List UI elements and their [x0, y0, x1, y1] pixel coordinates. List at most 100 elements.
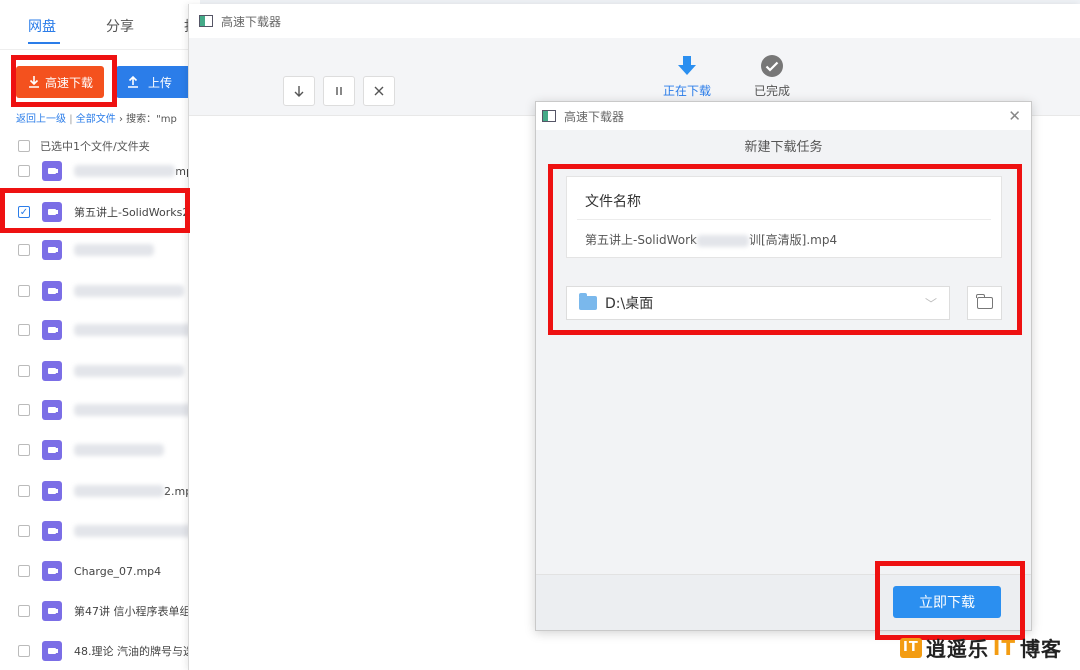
video-file-icon: [42, 481, 62, 501]
file-row[interactable]: [18, 276, 200, 306]
file-checkbox[interactable]: [18, 525, 30, 537]
app-icon: [199, 15, 213, 27]
file-checkbox[interactable]: [18, 404, 30, 416]
breadcrumb-separator: |: [69, 114, 73, 125]
high-speed-download-button[interactable]: 高速下载: [16, 66, 104, 98]
dialog-title: 高速下载器: [564, 109, 625, 124]
tab-netdisk[interactable]: 网盘: [28, 16, 56, 36]
cancel-button[interactable]: [363, 76, 395, 106]
file-name-redacted: [74, 404, 194, 416]
file-row[interactable]: ✓ 第五讲上-SolidWorks2: [18, 197, 200, 227]
save-path-select[interactable]: D:\桌面 ﹀: [566, 286, 950, 320]
dialog-titlebar: 高速下载器 ✕: [536, 102, 1031, 130]
selected-count-text: 已选中1个文件/文件夹: [40, 140, 150, 153]
folder-open-icon: [976, 294, 993, 309]
file-row[interactable]: mp4: [18, 156, 200, 186]
top-nav: 网盘 分享 找: [0, 0, 200, 50]
file-row[interactable]: 第47讲 信小程序表单组: [18, 596, 200, 626]
upload-button[interactable]: 上传: [116, 66, 196, 98]
file-checkbox[interactable]: [18, 444, 30, 456]
browse-folder-button[interactable]: [967, 286, 1002, 320]
close-icon: [374, 86, 384, 96]
video-file-icon: [42, 281, 62, 301]
netdisk-panel: 网盘 分享 找 高速下载 上传 返回上一级 | 全部文件 › 搜索："mp 已选…: [0, 0, 200, 670]
watermark-text-3: 博客: [1020, 637, 1062, 661]
breadcrumb-all-files-link[interactable]: 全部文件: [76, 114, 116, 125]
video-file-icon: [42, 561, 62, 581]
video-file-icon: [42, 521, 62, 541]
dialog-app-icon: [542, 110, 556, 122]
file-checkbox[interactable]: [18, 485, 30, 497]
file-checkbox[interactable]: [18, 324, 30, 336]
file-name-redacted: [74, 165, 176, 177]
window-title: 高速下载器: [221, 14, 282, 29]
video-file-icon: [42, 361, 62, 381]
watermark-text-2: IT: [992, 635, 1016, 660]
video-file-icon: [42, 601, 62, 621]
file-name-redacted: [74, 244, 154, 256]
file-name-redacted: [74, 324, 194, 336]
save-path-value: D:\桌面: [605, 296, 654, 312]
file-checkbox[interactable]: [18, 365, 30, 377]
download-now-button[interactable]: 立即下载: [893, 586, 1001, 618]
tab-completed-label: 已完成: [753, 84, 790, 98]
file-checkbox[interactable]: [18, 605, 30, 617]
chevron-down-icon: ﹀: [924, 297, 937, 311]
file-checkbox[interactable]: [18, 244, 30, 256]
file-row[interactable]: [18, 395, 200, 425]
select-all-row: 已选中1个文件/文件夹: [18, 138, 150, 154]
filename-redacted: [696, 234, 749, 247]
check-circle-icon: [761, 55, 783, 77]
download-icon: [28, 76, 39, 88]
tab-downloading-label: 正在下载: [662, 84, 711, 98]
video-file-icon: [42, 641, 62, 661]
file-row[interactable]: [18, 516, 200, 546]
tab-completed[interactable]: 已完成: [747, 54, 797, 99]
file-row[interactable]: Charge_07.mp4: [18, 556, 200, 586]
tab-downloading[interactable]: 正在下载: [657, 54, 717, 99]
file-name-redacted: [74, 444, 164, 456]
pause-button[interactable]: [323, 76, 355, 106]
filename-value-end: 训[高清版].mp4: [748, 233, 838, 247]
video-file-icon: [42, 240, 62, 260]
folder-icon: [579, 293, 597, 310]
video-file-icon: [42, 440, 62, 460]
filename-card: 文件名称 第五讲上-SolidWork 训[高清版].mp4: [566, 176, 1002, 258]
file-name: Charge_07.mp4: [74, 564, 162, 578]
start-button[interactable]: [283, 76, 315, 106]
video-file-icon: [42, 161, 62, 181]
tab-share[interactable]: 分享: [106, 16, 134, 36]
pause-icon: [336, 87, 342, 95]
file-row[interactable]: [18, 435, 200, 465]
dialog-footer: 立即下载: [536, 574, 1031, 630]
file-row[interactable]: [18, 356, 200, 386]
dialog-close-icon[interactable]: ✕: [1008, 107, 1021, 125]
active-tab-underline: [28, 42, 60, 44]
file-checkbox[interactable]: ✓: [18, 206, 30, 218]
watermark: IT 逍遥乐 IT 博客: [899, 633, 1062, 662]
file-name-redacted: [74, 525, 194, 537]
watermark-badge: IT: [899, 637, 922, 658]
file-checkbox[interactable]: [18, 645, 30, 657]
file-row[interactable]: [18, 235, 200, 265]
file-checkbox[interactable]: [18, 165, 30, 177]
select-all-checkbox[interactable]: [18, 140, 30, 152]
card-divider: [577, 219, 991, 220]
dialog-heading: 新建下载任务: [744, 140, 823, 155]
file-row[interactable]: 2.mp: [18, 476, 200, 506]
arrow-down-icon: [294, 86, 304, 97]
file-row[interactable]: [18, 315, 200, 345]
new-task-dialog: 高速下载器 ✕ 新建下载任务 文件名称 第五讲上-SolidWork 训[高清版]…: [535, 101, 1032, 631]
file-row[interactable]: 48.理论 汽油的牌号与选: [18, 636, 200, 666]
screenshot-root: 网盘 分享 找 高速下载 上传 返回上一级 | 全部文件 › 搜索："mp 已选…: [0, 0, 1080, 670]
file-checkbox[interactable]: [18, 565, 30, 577]
breadcrumb-back-link[interactable]: 返回上一级: [16, 114, 66, 125]
file-name-redacted: [74, 285, 184, 297]
file-checkbox[interactable]: [18, 285, 30, 297]
window-titlebar: 高速下载器: [189, 4, 1080, 38]
file-name: 48.理论 汽油的牌号与选: [74, 645, 194, 658]
file-name: 第五讲上-SolidWorks2: [74, 206, 190, 219]
breadcrumb: 返回上一级 | 全部文件 › 搜索："mp: [16, 110, 177, 125]
breadcrumb-search: 搜索："mp: [126, 114, 177, 125]
file-name: 第47讲 信小程序表单组: [74, 605, 191, 618]
